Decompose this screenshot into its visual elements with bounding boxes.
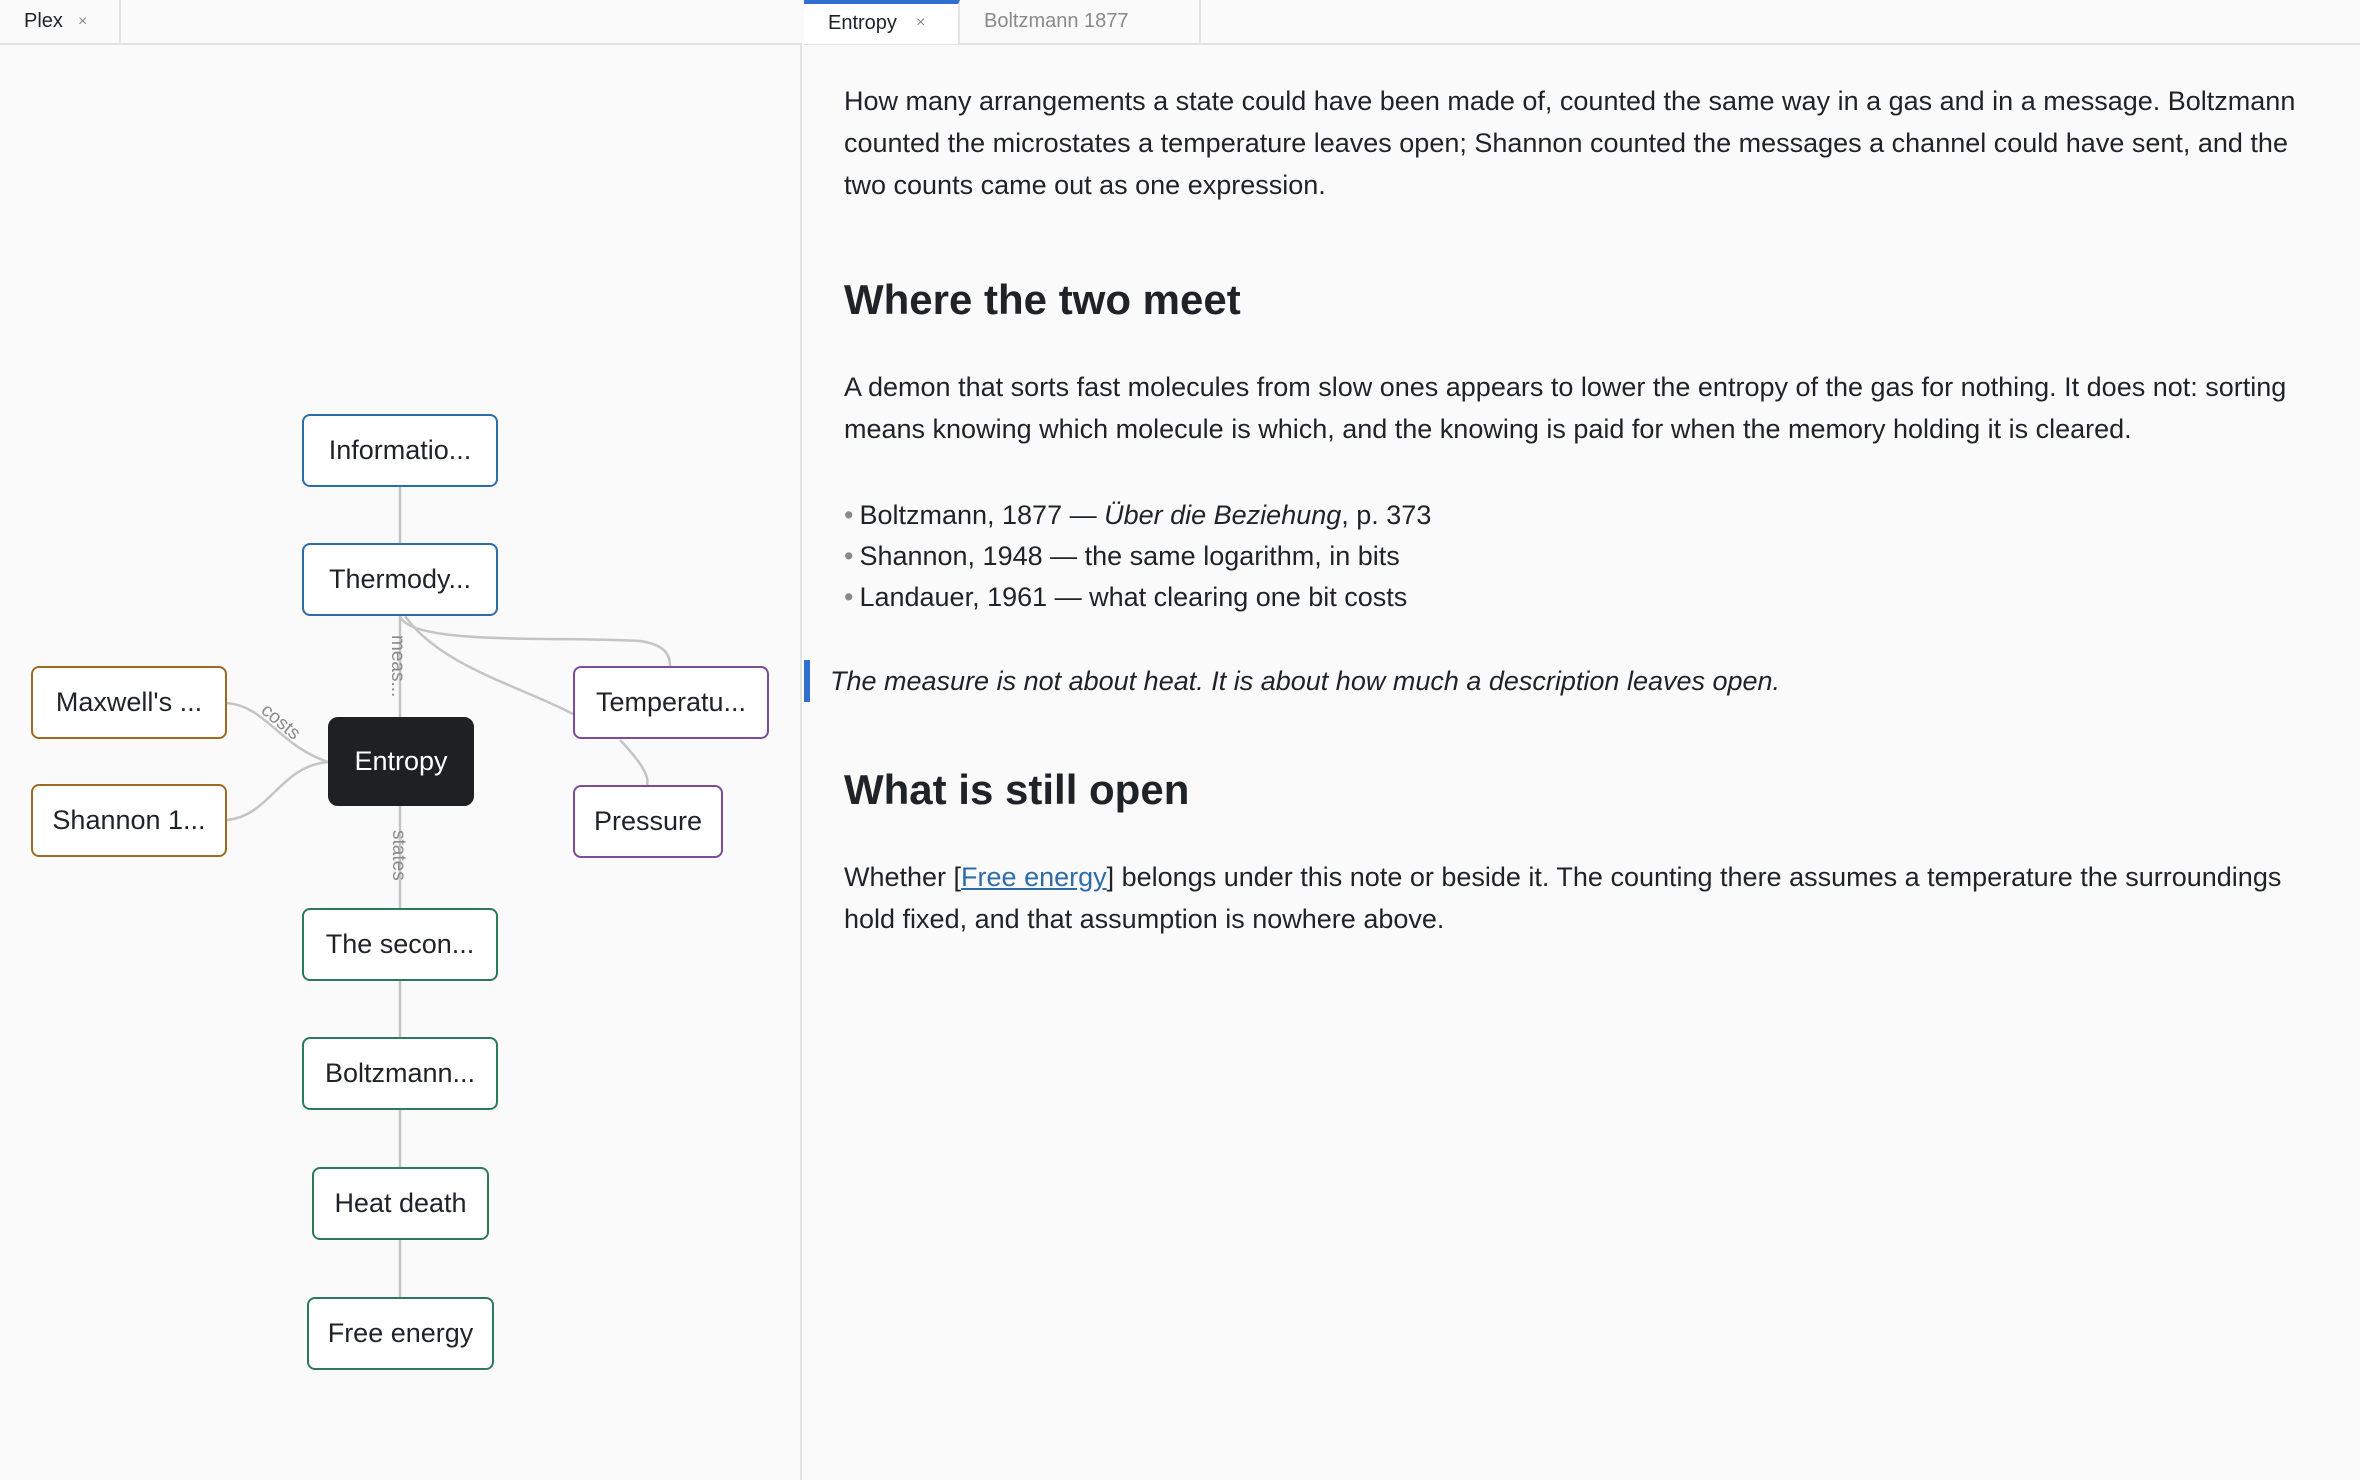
note-intro: How many arrangements a state could have… (844, 86, 2296, 200)
right-tab-bar: Entropy × Boltzmann 1877 (804, 0, 2360, 45)
node-information[interactable]: Informatio... (302, 414, 498, 487)
edge-label-measures: meas... (387, 635, 408, 697)
paragraph-demon: A demon that sorts fast molecules from s… (844, 372, 2287, 444)
ref-title: Über die Beziehung (1104, 500, 1342, 530)
ref-tail: , p. 373 (1341, 500, 1432, 530)
tab-entropy-label: Entropy (828, 12, 897, 34)
tab-plex-close-icon[interactable]: × (78, 0, 87, 43)
left-tab-bar: Plex × (0, 0, 802, 45)
tab-boltzmann-label: Boltzmann 1877 (984, 10, 1129, 32)
bullet: • (844, 541, 854, 571)
tab-plex-label: Plex (24, 10, 63, 32)
node-entropy-center[interactable]: Entropy (328, 717, 474, 806)
reference-list: • Boltzmann, 1877 — Über die Beziehung, p… (844, 494, 1431, 617)
list-item: • Shannon, 1948 — the same logarithm, in … (844, 535, 1431, 576)
edge-temperature-pressure (619, 739, 649, 786)
edge-thermodynamics-temperature (398, 615, 672, 667)
node-temperature[interactable]: Temperatu... (573, 666, 769, 739)
bullet: • (844, 582, 854, 612)
list-item: • Boltzmann, 1877 — Über die Beziehung, p… (844, 494, 1431, 535)
para-open-before: Whether [ (844, 862, 962, 892)
node-pressure[interactable]: Pressure (573, 785, 723, 858)
note-pane: Entropy × Boltzmann 1877 How many arrang… (804, 0, 2360, 1480)
blockquote: The measure is not about heat. It is abo… (804, 660, 2204, 702)
graph-view[interactable]: meas... costs states Informatio... Therm… (0, 46, 802, 1480)
node-maxwell[interactable]: Maxwell's ... (31, 666, 227, 739)
ref-lead: Boltzmann, 1877 — (859, 500, 1105, 530)
list-item: • Landauer, 1961 — what clearing one bit … (844, 576, 1431, 617)
graph-pane: Plex × meas... costs states Informatio..… (0, 0, 802, 1480)
tab-boltzmann-1877[interactable]: Boltzmann 1877 (960, 0, 1201, 44)
tab-plex[interactable]: Plex × (0, 0, 121, 44)
node-boltzmann[interactable]: Boltzmann... (302, 1037, 498, 1110)
node-shannon[interactable]: Shannon 1... (31, 784, 227, 857)
edge-label-costs: costs (257, 700, 304, 745)
node-thermodynamics[interactable]: Thermody... (302, 543, 498, 616)
tab-entropy-close-icon[interactable]: × (916, 4, 925, 42)
link-free-energy[interactable]: Free energy (961, 862, 1107, 892)
node-free-energy[interactable]: Free energy (307, 1297, 494, 1370)
heading-where-two-meet: Where the two meet (844, 276, 1241, 323)
node-second-law[interactable]: The secon... (302, 908, 498, 981)
node-heat-death[interactable]: Heat death (312, 1167, 489, 1240)
tab-entropy[interactable]: Entropy × (804, 0, 960, 44)
bullet: • (844, 500, 854, 530)
edge-label-states: states (388, 830, 409, 881)
paragraph-still-open: Whether [Free energy] belongs under this… (844, 856, 2324, 940)
edge-shannon-entropy (226, 760, 329, 822)
ref-lead: Landauer, 1961 — what clearing one bit c… (859, 582, 1408, 612)
heading-still-open: What is still open (844, 766, 1190, 813)
ref-lead: Shannon, 1948 — the same logarithm, in b… (859, 541, 1400, 571)
